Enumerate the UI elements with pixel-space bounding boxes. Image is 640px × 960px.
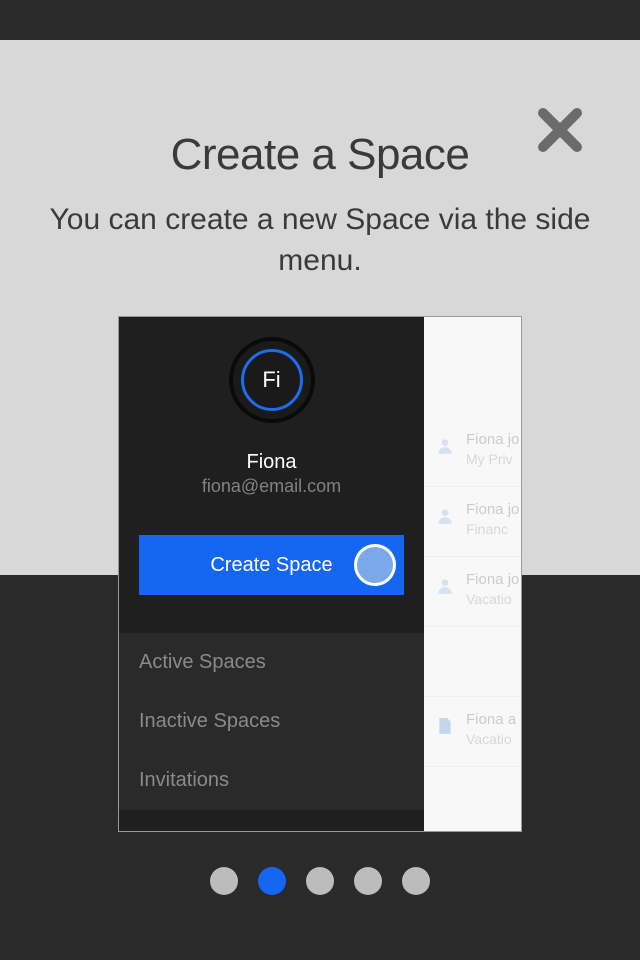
page-dot-2[interactable] [306,867,334,895]
activity-item[interactable]: Fiona jo Vacatio [424,557,522,627]
page-dot-3[interactable] [354,867,382,895]
user-email: fiona@email.com [119,476,424,497]
page-dot-1[interactable] [258,867,286,895]
activity-title: Fiona a [466,711,522,728]
person-icon [436,577,454,595]
sidebar-item-invitations[interactable]: Invitations [119,751,424,810]
activity-sub: My Priv [466,451,522,467]
activity-title: F [434,641,522,658]
create-space-button[interactable]: Create Space [139,535,404,595]
activity-panel: Fiona jo My Priv Fiona jo Financ Fiona j… [424,317,522,831]
activity-sub: Vacatio [466,591,522,607]
activity-title: Fiona jo [466,431,522,448]
activity-item[interactable]: Fiona jo My Priv [424,417,522,487]
close-icon[interactable] [535,105,585,155]
person-icon [436,437,454,455]
pagination [210,867,430,895]
top-bar [0,0,640,40]
page-dot-0[interactable] [210,867,238,895]
activity-sub: Financ [466,521,522,537]
phone-mockup: Fiona jo My Priv Fiona jo Financ Fiona j… [118,316,522,832]
activity-title: Fiona jo [466,501,522,518]
person-icon [436,507,454,525]
sidebar-item-inactive-spaces[interactable]: Inactive Spaces [119,692,424,751]
activity-item[interactable]: Fiona a Vacatio [424,697,522,767]
user-name: Fiona [119,451,424,474]
activity-title: Fiona jo [466,571,522,588]
create-space-label: Create Space [210,554,332,577]
avatar[interactable]: Fi [229,337,315,423]
page-subtitle: You can create a new Space via the side … [0,200,640,281]
sidebar-menu: Active Spaces Inactive Spaces Invitation… [119,633,424,810]
page-dot-4[interactable] [402,867,430,895]
activity-sub: Vacatio [466,731,522,747]
sidebar-item-active-spaces[interactable]: Active Spaces [119,633,424,692]
sidebar: Fi Fiona fiona@email.com Create Space Ac… [119,317,424,831]
touch-pointer-icon [354,544,396,586]
avatar-initials: Fi [241,349,303,411]
activity-item[interactable]: Fiona jo Financ [424,487,522,557]
activity-item[interactable]: F [424,627,522,697]
file-icon [436,717,454,735]
